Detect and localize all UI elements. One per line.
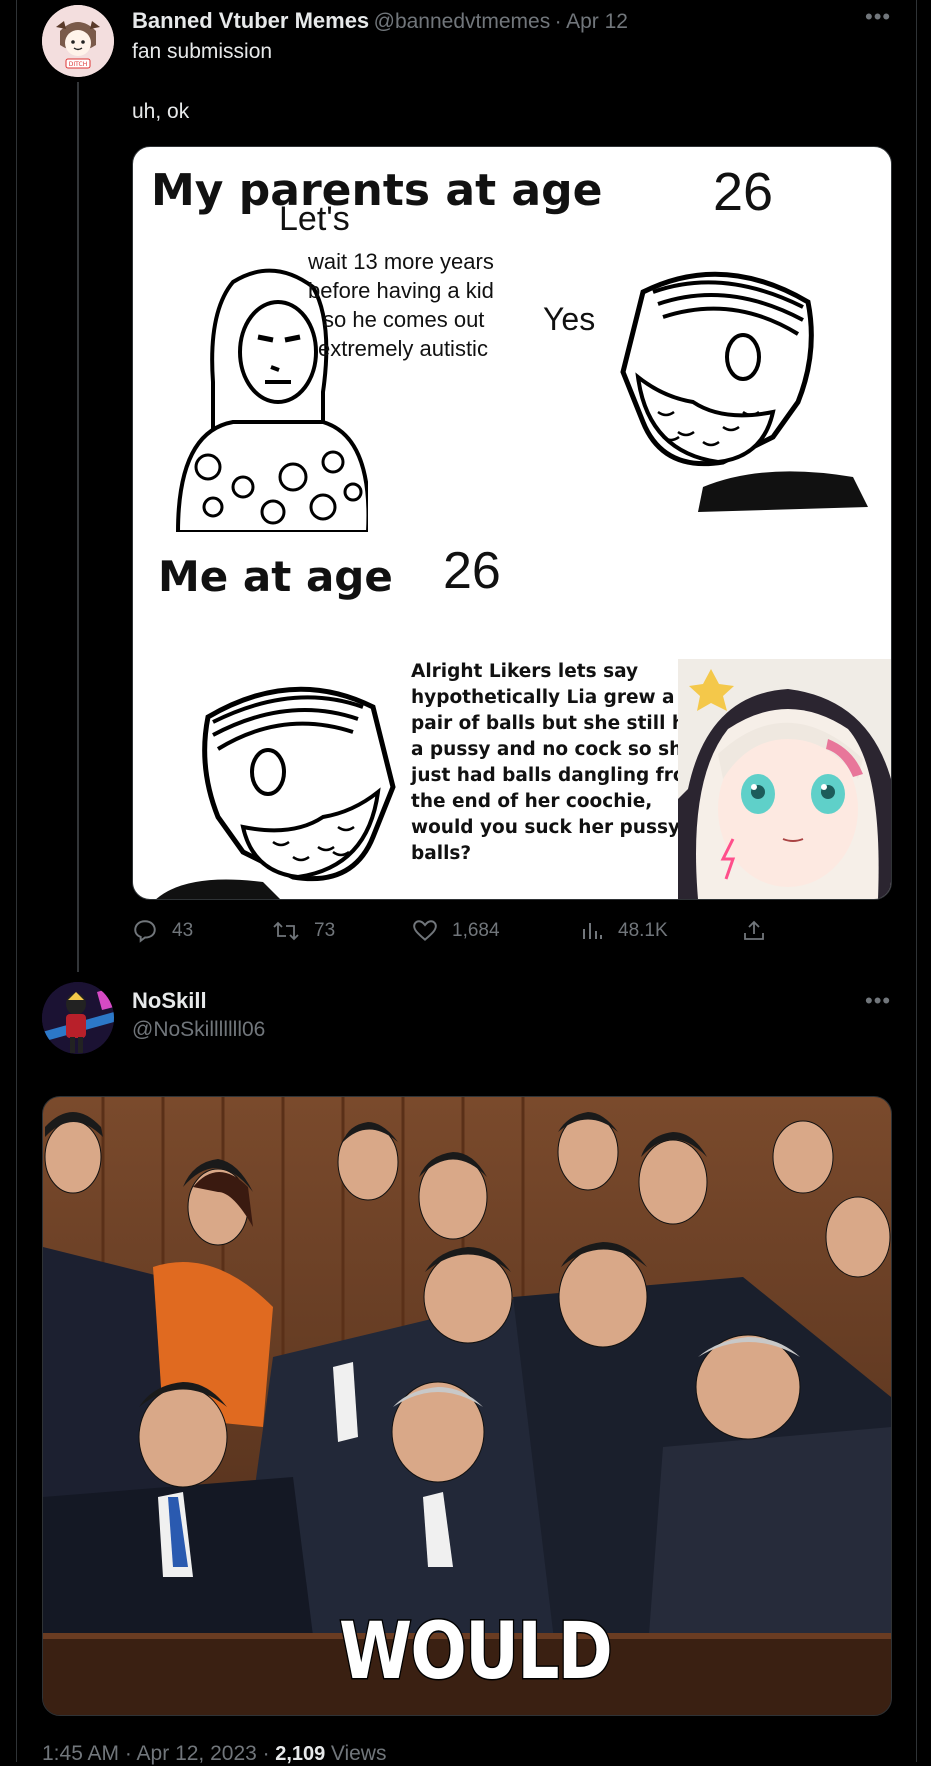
views-icon (583, 923, 602, 939)
post-1-media[interactable]: My parents at age 26 Let's wait 13 more … (132, 146, 892, 900)
post-1-text-line-2: uh, ok (132, 100, 190, 123)
man-reply: Yes (543, 301, 596, 337)
meme-age-top: 26 (713, 162, 774, 222)
views-count: 48.1K (618, 920, 668, 941)
meme-title-bottom: Me at age (158, 552, 393, 601)
bearded-man-figure-bottom-icon (156, 686, 396, 899)
reply-button[interactable]: 43 (132, 918, 193, 944)
header-separator: · (554, 10, 562, 33)
woman-speech-1: Let's (279, 200, 350, 238)
like-button[interactable]: 1,684 (412, 918, 500, 944)
post-2-media[interactable]: WOULD (42, 1096, 892, 1716)
image-caption: WOULD (338, 1606, 614, 1699)
post-date[interactable]: Apr 12 (566, 10, 628, 33)
heart-icon (413, 920, 437, 941)
woman-speech-3: before having a kid (308, 278, 494, 303)
author-handle[interactable]: @NoSkilllllll06 (132, 1018, 265, 1042)
retweet-count: 73 (314, 920, 336, 941)
caption-line: balls? (411, 843, 472, 864)
reply-count: 43 (172, 920, 194, 941)
meme-title-top: My parents at age (151, 165, 603, 216)
caption-line: Alright Likers lets say (411, 661, 639, 682)
caption-line: would you suck her pussy (411, 817, 681, 838)
thread-connector (77, 82, 79, 972)
meme-age-bottom: 26 (443, 542, 501, 600)
author-name[interactable]: NoSkill (132, 988, 207, 1014)
post-1-action-bar: 43 73 1,684 48.1K (132, 918, 782, 948)
woman-speech-4: so he comes out (323, 307, 485, 332)
views-button[interactable]: 48.1K (580, 918, 668, 944)
post-1-text-line-1: fan submission (132, 40, 273, 63)
caption-line: a pussy and no cock so she (411, 739, 695, 760)
cow-girl-avatar-icon: DITCH (42, 5, 114, 77)
author-handle[interactable]: @bannedvtmemes (374, 10, 551, 33)
post-2-footer: 1:45 AM · Apr 12, 2023 · 2,109 Views (42, 1742, 386, 1766)
post-1-header: Banned Vtuber Memes @bannedvtmemes · Apr… (132, 8, 628, 34)
rider-avatar-icon (42, 982, 114, 1054)
caption-line: the end of her coochie, (411, 791, 653, 812)
caption-line: pair of balls but she still had (411, 713, 711, 734)
caption-line: hypothetically Lia grew a (411, 687, 675, 708)
post-2-avatar[interactable] (42, 982, 114, 1054)
avatar-badge-text: DITCH (69, 61, 87, 68)
more-options-icon[interactable]: ••• (865, 988, 891, 1014)
post-1-avatar[interactable]: DITCH (42, 5, 114, 77)
woman-speech-5: extremely autistic (318, 336, 488, 361)
woman-speech-2: wait 13 more years (308, 249, 494, 274)
share-icon (744, 920, 764, 940)
caption-line: just had balls dangling from (411, 765, 705, 786)
like-count: 1,684 (452, 920, 500, 941)
retweet-button[interactable]: 73 (272, 918, 335, 944)
anime-girl-image-icon (678, 659, 891, 899)
author-name[interactable]: Banned Vtuber Memes (132, 8, 369, 33)
bearded-man-figure-icon (620, 271, 868, 512)
retweet-icon (273, 921, 299, 941)
reply-icon (134, 920, 156, 943)
share-button[interactable] (742, 918, 766, 944)
more-options-icon[interactable]: ••• (865, 4, 891, 30)
